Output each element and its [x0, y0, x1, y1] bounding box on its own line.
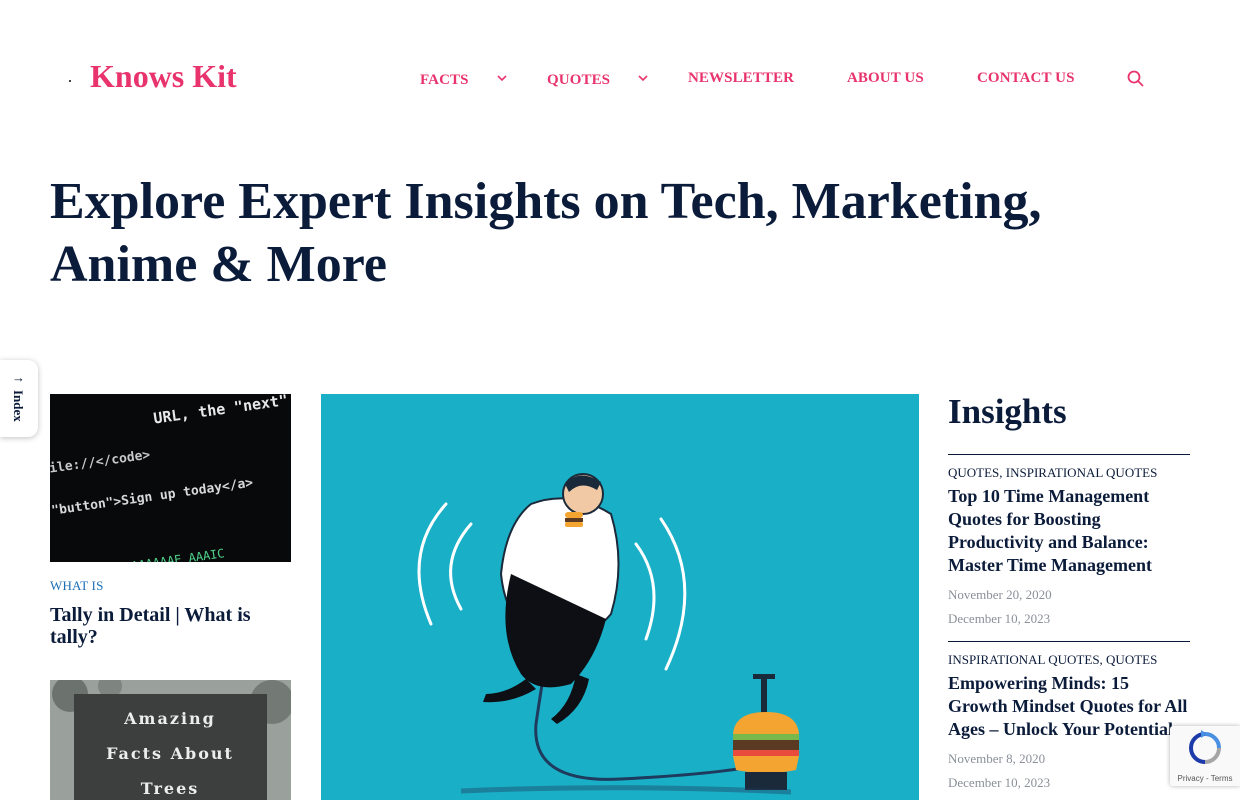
- post-category-link[interactable]: WHAT IS: [50, 578, 104, 594]
- chevron-down-icon: [496, 70, 507, 87]
- nav-item-about-us[interactable]: ABOUT US: [847, 70, 924, 87]
- featured-post-image[interactable]: [321, 394, 919, 800]
- divider: [948, 454, 1190, 455]
- category-link[interactable]: QUOTES: [948, 465, 999, 480]
- arrow-right-icon: →: [12, 370, 25, 385]
- post-thumbnail-code[interactable]: URL, the "next" file://</code> "button">…: [50, 394, 291, 562]
- post-categories: QUOTES, INSPIRATIONAL QUOTES: [948, 465, 1158, 480]
- nav-item-quotes[interactable]: QUOTES: [547, 70, 648, 89]
- index-label: Index: [11, 390, 26, 422]
- index-toggle-button[interactable]: → Index: [0, 360, 38, 437]
- image-text-line-2: Facts About: [106, 744, 234, 763]
- sidebar-post-title[interactable]: Empowering Minds: 15 Growth Mindset Quot…: [948, 672, 1190, 741]
- image-text-line-3: Trees: [141, 779, 200, 798]
- post-updated-date: December 10, 2023: [948, 611, 1051, 626]
- nav-item-contact-us[interactable]: CONTACT US: [977, 70, 1075, 87]
- recaptcha-icon: [1188, 730, 1221, 764]
- search-icon[interactable]: [1126, 69, 1146, 89]
- category-link[interactable]: INSPIRATIONAL QUOTES: [1006, 465, 1158, 480]
- recaptcha-badge[interactable]: Privacy - Terms: [1170, 726, 1240, 786]
- sidebar-heading: Insights: [948, 392, 1067, 431]
- category-link[interactable]: QUOTES: [1106, 652, 1157, 667]
- page-title: Explore Expert Insights on Tech, Marketi…: [50, 173, 1042, 293]
- site-logo[interactable]: Knows Kit: [90, 58, 237, 95]
- post-title-link[interactable]: Tally in Detail | What is tally?: [50, 604, 291, 648]
- post-published-date: November 20, 2020: [948, 587, 1052, 602]
- nav-item-label: QUOTES: [547, 72, 611, 88]
- image-text-line-1: Amazing: [123, 709, 216, 728]
- chevron-down-icon: [638, 70, 648, 87]
- post-categories: INSPIRATIONAL QUOTES, QUOTES: [948, 652, 1158, 667]
- nav-item-newsletter[interactable]: NEWSLETTER: [688, 70, 794, 87]
- sidebar-post-title[interactable]: Top 10 Time Management Quotes for Boosti…: [948, 485, 1190, 577]
- post-published-date: November 8, 2020: [948, 751, 1046, 766]
- category-link[interactable]: INSPIRATIONAL QUOTES: [948, 652, 1100, 667]
- site-header: Knows Kit FACTS QUOTES NEWSLETTER ABOUT …: [0, 0, 1240, 158]
- post-updated-date: December 10, 2023: [948, 775, 1051, 790]
- logo-mark: [69, 80, 71, 82]
- nav-item-facts[interactable]: FACTS: [420, 70, 507, 89]
- divider: [948, 641, 1190, 642]
- post-thumbnail-trees[interactable]: Amazing Facts About Trees: [50, 680, 291, 800]
- nav-item-label: FACTS: [420, 72, 469, 88]
- recaptcha-terms-link[interactable]: Privacy - Terms: [1170, 774, 1240, 783]
